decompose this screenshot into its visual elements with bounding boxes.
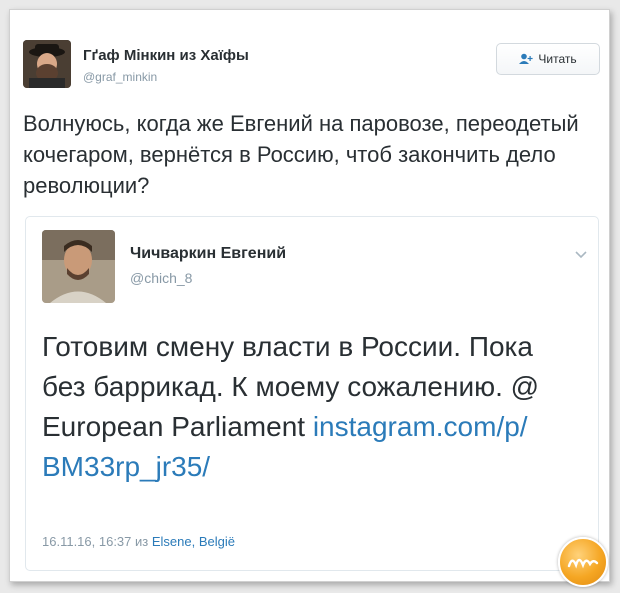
- follow-label: Читать: [538, 52, 577, 66]
- quoted-author-avatar-image: [42, 230, 115, 303]
- quoted-author-handle[interactable]: @chich_8: [130, 270, 192, 286]
- add-user-icon: [519, 53, 533, 64]
- quoted-tweet-meta: 16.11.16, 16:37 из Elsene, België: [42, 534, 235, 549]
- author-avatar-image: [23, 40, 71, 88]
- watermark-logo-glyph: [567, 558, 599, 569]
- author-avatar[interactable]: [23, 40, 71, 88]
- timestamp: 16.11.16, 16:37 из: [42, 534, 152, 549]
- tweet-text: Волнуюсь, когда же Евгений на паровозе, …: [23, 111, 579, 198]
- quoted-author-avatar[interactable]: [42, 230, 115, 303]
- tweet-card: Гґаф Мінкин из Хаїфы @graf_minkin Читать…: [9, 9, 610, 587]
- quoted-author-name[interactable]: Чичваркин Евгений: [130, 245, 286, 263]
- location-link[interactable]: Elsene, België: [152, 534, 235, 549]
- author-name[interactable]: Гґаф Мінкин из Хаїфы: [83, 47, 249, 64]
- quoted-tweet[interactable]: Чичваркин Евгений @chich_8 Готовим смену…: [25, 216, 599, 571]
- author-handle[interactable]: @graf_minkin: [83, 70, 157, 84]
- follow-button[interactable]: Читать: [496, 43, 600, 75]
- chevron-down-icon[interactable]: [574, 247, 588, 261]
- watermark-logo: [558, 537, 608, 587]
- quoted-tweet-text: Готовим смену власти в России. Пока без …: [42, 327, 582, 487]
